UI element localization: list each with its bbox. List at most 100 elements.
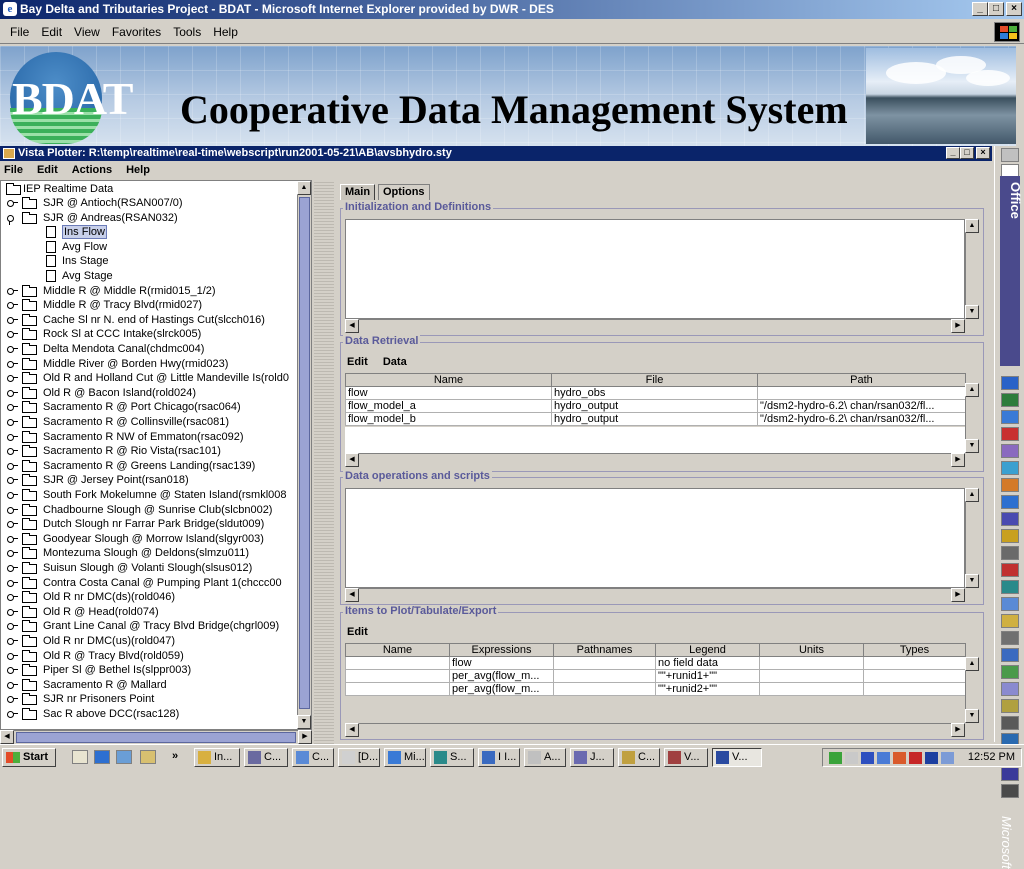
collapsed-key-icon[interactable] (7, 345, 18, 353)
taskbar-window-button[interactable]: S... (430, 748, 474, 767)
column-header-legend[interactable]: Legend (655, 643, 760, 657)
column-header-units[interactable]: Units (759, 643, 864, 657)
quicklaunch-more-icon[interactable]: » (172, 750, 178, 762)
office-app-icon[interactable] (1001, 478, 1019, 492)
office-app-icon[interactable] (1001, 597, 1019, 611)
office-app-icon[interactable] (1001, 444, 1019, 458)
taskbar-window-button[interactable]: V... (664, 748, 708, 767)
collapsed-key-icon[interactable] (7, 403, 18, 412)
items-hscroll[interactable]: ◀ ▶ (345, 723, 965, 737)
taskbar-window-button[interactable]: C... (292, 748, 334, 767)
language-icon[interactable] (925, 752, 938, 764)
column-header-name[interactable]: Name (345, 373, 552, 387)
table-cell[interactable] (863, 682, 966, 696)
office-app-icon[interactable] (1001, 495, 1019, 509)
table-cell[interactable] (863, 669, 966, 683)
office-app-icon[interactable] (1001, 631, 1019, 645)
collapsed-key-icon[interactable] (7, 199, 18, 207)
table-cell[interactable] (345, 682, 450, 696)
scroll-right-icon[interactable]: ▶ (951, 453, 965, 467)
office-app-icon[interactable] (1001, 614, 1019, 628)
table-cell[interactable]: per_avg(flow_m... (449, 682, 554, 696)
table-cell[interactable] (759, 656, 864, 670)
office-app-icon[interactable] (1001, 410, 1019, 424)
collapsed-key-icon[interactable] (7, 710, 18, 718)
office-app-icon[interactable] (1001, 716, 1019, 730)
scroll-up-icon[interactable]: ▲ (297, 181, 311, 195)
table-row[interactable]: per_avg(flow_m... ""+runid2+"" (345, 682, 966, 696)
scroll-down-icon[interactable]: ▼ (965, 709, 979, 723)
scroll-left-icon[interactable]: ◀ (0, 730, 14, 744)
outlook-quicklaunch-icon[interactable] (116, 750, 132, 764)
start-button[interactable]: Start (2, 748, 56, 767)
split-pane-divider[interactable] (314, 180, 334, 744)
vista-minimize-button[interactable]: _ (946, 147, 960, 159)
taskbar-window-button[interactable]: C... (618, 748, 660, 767)
table-row[interactable]: flow no field data (345, 656, 966, 670)
table-row[interactable]: per_avg(flow_m... ""+runid1+"" (345, 669, 966, 683)
table-cell[interactable] (757, 386, 966, 400)
collapsed-key-icon[interactable] (7, 506, 18, 514)
collapsed-key-icon[interactable] (7, 301, 18, 310)
table-cell[interactable] (759, 669, 864, 683)
taskbar-window-button[interactable]: [D... (338, 748, 380, 767)
office-app-icon[interactable] (1001, 546, 1019, 560)
collapsed-key-icon[interactable] (7, 681, 18, 689)
operations-textarea[interactable] (345, 488, 965, 588)
office-app-icon[interactable] (1001, 699, 1019, 713)
scroll-right-icon[interactable]: ▶ (298, 730, 312, 744)
column-header-file[interactable]: File (551, 373, 758, 387)
table-cell[interactable]: "/dsm2-hydro-6.2\ chan/rsan032/fl... (757, 399, 966, 413)
init-vscroll[interactable]: ▲ ▼ (965, 219, 979, 319)
clock[interactable]: 12:52 PM (968, 751, 1015, 763)
taskbar-window-button[interactable]: In... (194, 748, 240, 767)
vista-restore-button[interactable]: □ (960, 147, 974, 159)
vista-menu-edit[interactable]: Edit (37, 164, 58, 176)
folder-quicklaunch-icon[interactable] (140, 750, 156, 764)
collapsed-key-icon[interactable] (7, 608, 18, 616)
table-cell[interactable]: per_avg(flow_m... (449, 669, 554, 683)
office-app-icon[interactable] (1001, 767, 1019, 781)
collapsed-key-icon[interactable] (7, 520, 18, 529)
table-cell[interactable]: hydro_output (551, 412, 758, 426)
tab-main[interactable]: Main (340, 184, 376, 200)
items-vscroll[interactable]: ▲ ▼ (965, 643, 979, 723)
init-textarea[interactable] (345, 219, 965, 319)
scroll-left-icon[interactable]: ◀ (345, 453, 359, 467)
antivirus-icon[interactable] (893, 752, 906, 764)
expanded-key-icon[interactable] (7, 214, 17, 225)
collapsed-key-icon[interactable] (7, 695, 18, 704)
scroll-up-icon[interactable]: ▲ (965, 219, 979, 233)
scroll-right-icon[interactable]: ▶ (951, 588, 965, 602)
scroll-up-icon[interactable]: ▲ (965, 383, 979, 397)
office-app-icon[interactable] (1001, 512, 1019, 526)
vista-menu-actions[interactable]: Actions (72, 164, 112, 176)
office-app-icon[interactable] (1001, 563, 1019, 577)
minimize-button[interactable]: _ (972, 2, 988, 16)
collapsed-key-icon[interactable] (7, 622, 18, 631)
scroll-left-icon[interactable]: ◀ (345, 319, 359, 333)
taskbar-window-button[interactable]: C... (244, 748, 288, 767)
table-cell[interactable]: hydro_output (551, 399, 758, 413)
column-header-name[interactable]: Name (345, 643, 450, 657)
column-header-pathnames[interactable]: Pathnames (553, 643, 656, 657)
collapsed-key-icon[interactable] (7, 666, 18, 675)
show-desktop-icon[interactable] (72, 750, 88, 764)
table-cell[interactable]: flow_model_a (345, 399, 552, 413)
office-app-icon[interactable] (1001, 376, 1019, 390)
column-header-expressions[interactable]: Expressions (449, 643, 554, 657)
office-app-icon[interactable] (1001, 665, 1019, 679)
collapsed-key-icon[interactable] (7, 360, 18, 368)
menu-view[interactable]: View (74, 25, 100, 39)
vista-close-button[interactable]: × (976, 147, 990, 159)
scroll-right-icon[interactable]: ▶ (951, 319, 965, 333)
collapsed-key-icon[interactable] (7, 330, 18, 339)
monitor-icon[interactable] (861, 752, 874, 764)
office-app-icon[interactable] (1001, 784, 1019, 798)
collapsed-key-icon[interactable] (7, 462, 18, 470)
collapsed-key-icon[interactable] (7, 374, 18, 383)
collapsed-key-icon[interactable] (7, 287, 18, 295)
collapsed-key-icon[interactable] (7, 652, 18, 660)
collapsed-key-icon[interactable] (7, 535, 18, 543)
scroll-thumb[interactable] (299, 197, 310, 709)
